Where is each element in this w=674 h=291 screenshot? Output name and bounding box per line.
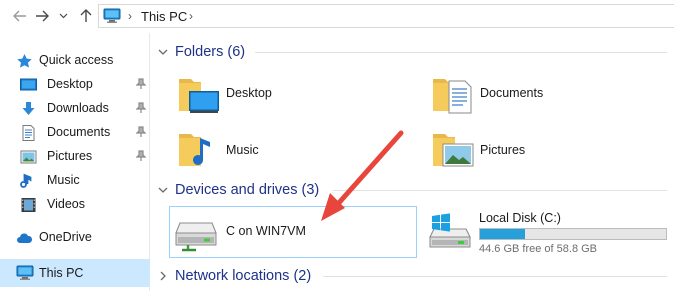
disk-usage-fill [480, 229, 525, 239]
chevron-down-icon[interactable] [157, 184, 169, 196]
drive-tile-c-on-win7vm[interactable]: C on WIN7VM [169, 206, 417, 258]
pictures-folder-icon [429, 126, 477, 179]
group-divider [323, 276, 667, 277]
disk-usage-bar [479, 228, 667, 240]
chevron-right-icon[interactable] [157, 270, 169, 282]
chevron-down-icon[interactable] [157, 46, 169, 58]
pin-icon[interactable] [135, 126, 147, 141]
up-arrow-icon[interactable] [76, 6, 96, 26]
sidebar-item-onedrive[interactable]: OneDrive [0, 226, 150, 250]
documents-icon [20, 125, 37, 141]
forward-arrow-icon[interactable] [32, 6, 52, 26]
breadcrumb-separator[interactable]: › [128, 9, 132, 23]
content-pane: Folders (6) Desktop Documents Music Pict… [151, 33, 674, 291]
cloud-icon [16, 230, 33, 246]
navigation-pane: Quick access Desktop Downloads Documents [0, 33, 150, 291]
breadcrumb-separator[interactable]: › [189, 9, 193, 23]
sidebar-item-downloads[interactable]: Downloads [0, 97, 150, 121]
pin-icon[interactable] [135, 102, 147, 117]
desktop-folder-icon [20, 77, 37, 93]
music-note-icon [20, 173, 37, 189]
folder-tile-desktop[interactable]: Desktop [175, 71, 395, 119]
drive-tile-local-disk[interactable]: Local Disk (C:) 44.6 GB free of 58.8 GB [423, 206, 671, 258]
pin-icon[interactable] [135, 78, 147, 93]
chevron-down-icon[interactable] [56, 6, 70, 26]
group-divider [333, 190, 667, 191]
windows-drive-icon [428, 213, 472, 258]
star-icon [16, 53, 33, 69]
sidebar-item-desktop[interactable]: Desktop [0, 73, 150, 97]
videos-icon [20, 197, 37, 213]
back-arrow-icon[interactable] [10, 6, 30, 26]
desktop-folder-icon [175, 71, 223, 124]
computer-icon [103, 8, 121, 29]
folder-tile-documents[interactable]: Documents [429, 71, 649, 119]
group-header-devices[interactable]: Devices and drives (3) [157, 179, 667, 201]
sidebar-item-documents[interactable]: Documents [0, 121, 150, 145]
breadcrumb-this-pc[interactable]: This PC [141, 9, 187, 24]
documents-folder-icon [429, 71, 477, 124]
music-folder-icon [175, 126, 223, 179]
group-header-folders[interactable]: Folders (6) [157, 41, 667, 63]
group-header-network[interactable]: Network locations (2) [157, 265, 667, 287]
sidebar-item-pictures[interactable]: Pictures [0, 145, 150, 169]
sidebar-item-music[interactable]: Music [0, 169, 150, 193]
folder-tile-music[interactable]: Music [175, 126, 395, 174]
navigation-bar: › This PC › [0, 0, 674, 33]
sidebar-item-videos[interactable]: Videos [0, 193, 150, 217]
pin-icon[interactable] [135, 150, 147, 165]
network-drive-icon [174, 213, 218, 258]
computer-icon [16, 265, 34, 281]
download-arrow-icon [20, 101, 37, 117]
address-bar[interactable]: › This PC › [98, 4, 674, 28]
pictures-icon [20, 149, 37, 165]
sidebar-item-this-pc[interactable]: This PC [0, 259, 150, 287]
group-divider [255, 52, 667, 53]
folder-tile-pictures[interactable]: Pictures [429, 126, 649, 174]
sidebar-item-quick-access[interactable]: Quick access [0, 49, 150, 73]
